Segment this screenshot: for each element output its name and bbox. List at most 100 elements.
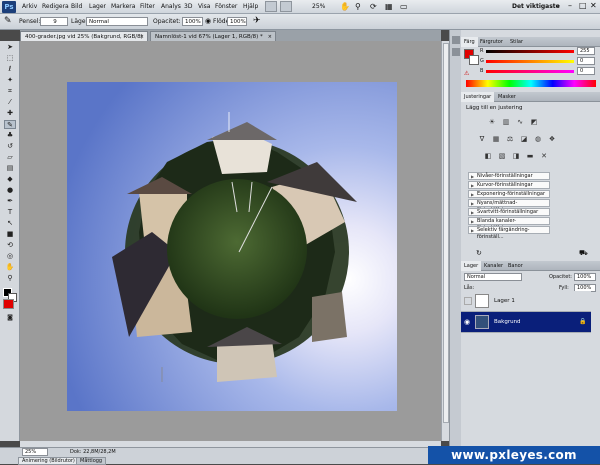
channel-mixer-icon[interactable]: ❖ [547, 135, 557, 144]
selective-color-icon[interactable]: ✕ [539, 152, 549, 161]
hand-tool-icon[interactable]: ✋ [4, 263, 16, 272]
rotate-view-icon[interactable]: ⟳ [370, 2, 377, 11]
tab-styles[interactable]: Stilar [507, 37, 526, 47]
lasso-tool-icon[interactable]: ℓ [4, 65, 16, 74]
hue-saturation-icon[interactable]: ▦ [491, 135, 501, 144]
bridge-button[interactable] [265, 1, 277, 12]
eye-icon[interactable]: ◉ [464, 318, 470, 326]
r-value-input[interactable]: 255 [577, 47, 595, 55]
tab-layers[interactable]: Lager [461, 261, 482, 271]
menu-item-arkiv[interactable]: Arkiv [22, 3, 37, 10]
3d-orbit-tool-icon[interactable]: ◎ [4, 252, 16, 261]
gradient-tool-icon[interactable]: ▤ [4, 164, 16, 173]
menu-item-redigera[interactable]: Redigera [42, 3, 69, 10]
posterize-icon[interactable]: ▧ [497, 152, 507, 161]
type-tool-icon[interactable]: T [4, 208, 16, 217]
b-slider[interactable] [486, 70, 574, 73]
marquee-tool-icon[interactable]: ⬚ [4, 54, 16, 63]
mini-bridge-button[interactable] [280, 1, 292, 12]
threshold-icon[interactable]: ◨ [511, 152, 521, 161]
arrange-documents-icon[interactable]: ▦ [385, 2, 393, 11]
menu-item-lager[interactable]: Lager [89, 3, 106, 10]
menu-item-filter[interactable]: Filter [140, 3, 155, 10]
layer-opacity-input[interactable]: 100% [574, 273, 596, 281]
preset-levels[interactable]: Nivåer-förinställningar [468, 172, 550, 180]
brightness-contrast-icon[interactable]: ☀ [487, 118, 497, 127]
pen-tool-icon[interactable]: ✒ [4, 197, 16, 206]
move-tool-icon[interactable]: ➤ [4, 43, 16, 52]
quick-mask-icon[interactable]: ◙ [4, 313, 16, 322]
path-selection-tool-icon[interactable]: ↖ [4, 219, 16, 228]
flow-input[interactable]: 100% [227, 17, 247, 26]
exposure-icon[interactable]: ◩ [529, 118, 539, 127]
preset-channel-mixer[interactable]: Blanda kanaler-förinställningar [468, 217, 550, 231]
3d-rotate-tool-icon[interactable]: ⟲ [4, 241, 16, 250]
quick-selection-tool-icon[interactable]: ✦ [4, 76, 16, 85]
clone-stamp-tool-icon[interactable]: ♣ [4, 131, 16, 140]
airbrush-icon[interactable]: ✈ [253, 16, 261, 26]
pressure-opacity-icon[interactable]: ◉ [205, 17, 211, 25]
shape-tool-icon[interactable]: ■ [4, 230, 16, 239]
color-spectrum-bar[interactable] [466, 80, 596, 87]
tab-swatches[interactable]: Färgrutor [477, 37, 506, 47]
tab-channels[interactable]: Kanaler [481, 261, 506, 271]
tab-document-1[interactable]: 400-grader.jpg vid 25% (Bakgrund, RGB/8)… [20, 31, 148, 50]
gradient-map-icon[interactable]: ▬ [525, 152, 535, 161]
healing-brush-tool-icon[interactable]: ✚ [4, 109, 16, 118]
vertical-scrollbar[interactable] [441, 41, 449, 441]
tab-adjustments[interactable]: Justeringar [461, 92, 495, 102]
tab-document-2[interactable]: Namnlöst-1 vid 67% (Lager 1, RGB/8) * × [150, 31, 276, 41]
preset-selective-color[interactable]: Selektiv färgändring-förinställ... [468, 226, 550, 240]
menu-item-3d[interactable]: 3D [184, 3, 192, 10]
close-icon[interactable]: ✕ [590, 1, 597, 10]
crop-tool-icon[interactable]: ⌗ [4, 87, 16, 96]
dodge-tool-icon[interactable]: ● [4, 186, 16, 195]
black-white-icon[interactable]: ◪ [519, 135, 529, 144]
brush-size-picker[interactable]: 9 [40, 17, 68, 26]
workspace-switcher[interactable]: Det viktigaste [512, 3, 560, 10]
document-size-info[interactable]: Dok: 22,8M/28,2M [70, 449, 116, 455]
actions-panel-icon[interactable] [452, 48, 460, 56]
g-value-input[interactable]: 0 [577, 57, 595, 65]
preset-black-white[interactable]: Svartvitt-förinställningar [468, 208, 550, 216]
curves-icon[interactable]: ∿ [515, 118, 525, 127]
workspace-arrow-icon[interactable]: » [556, 2, 560, 10]
visibility-toggle[interactable] [464, 297, 472, 305]
preset-hue-saturation[interactable]: Nyans/mättnad-förinställningar [468, 199, 550, 213]
color-balance-icon[interactable]: ⚖ [505, 135, 515, 144]
b-value-input[interactable]: 0 [577, 67, 595, 75]
mode-select[interactable]: Normal [86, 17, 148, 26]
zoom-level-select[interactable]: 25% [312, 3, 325, 10]
tab-masks[interactable]: Masker [495, 92, 519, 102]
blur-tool-icon[interactable]: ◆ [4, 175, 16, 184]
maximize-icon[interactable]: □ [579, 1, 587, 10]
panel-options-icon[interactable]: ⛟ [579, 249, 588, 258]
minimize-icon[interactable]: – [568, 1, 572, 10]
document-image[interactable] [67, 82, 397, 411]
menu-item-markera[interactable]: Markera [111, 3, 135, 10]
r-slider[interactable] [486, 50, 574, 53]
gamut-warning-icon[interactable]: ⚠ [464, 70, 469, 77]
menu-item-hjalp[interactable]: Hjälp [243, 3, 258, 10]
vibrance-icon[interactable]: ∇ [477, 135, 487, 144]
clip-to-layer-icon[interactable]: ↻ [476, 249, 482, 257]
preset-exposure[interactable]: Exponering-förinställningar [468, 190, 550, 198]
menu-item-bild[interactable]: Bild [71, 3, 82, 10]
background-color-swatch[interactable] [469, 55, 479, 65]
current-color-swatch[interactable] [3, 299, 14, 309]
canvas-area[interactable] [20, 41, 441, 441]
blend-mode-select[interactable]: Normal [464, 273, 522, 281]
eraser-tool-icon[interactable]: ▱ [4, 153, 16, 162]
layer-name[interactable]: Lager 1 [494, 298, 515, 304]
history-brush-tool-icon[interactable]: ↺ [4, 142, 16, 151]
photo-filter-icon[interactable]: ◍ [533, 135, 543, 144]
opacity-input[interactable]: 100% [182, 17, 203, 26]
tab-paths[interactable]: Banor [505, 261, 526, 271]
tab-color[interactable]: Färg [461, 37, 478, 47]
zoom-tool-icon[interactable]: ⚲ [4, 274, 16, 283]
invert-icon[interactable]: ◧ [483, 152, 493, 161]
preset-curves[interactable]: Kurvor-förinställningar [468, 181, 550, 189]
layer-name[interactable]: Bakgrund [494, 319, 521, 325]
brush-tool-icon[interactable]: ✎ [4, 120, 16, 129]
zoom-tool-icon[interactable]: ⚲ [355, 2, 361, 11]
